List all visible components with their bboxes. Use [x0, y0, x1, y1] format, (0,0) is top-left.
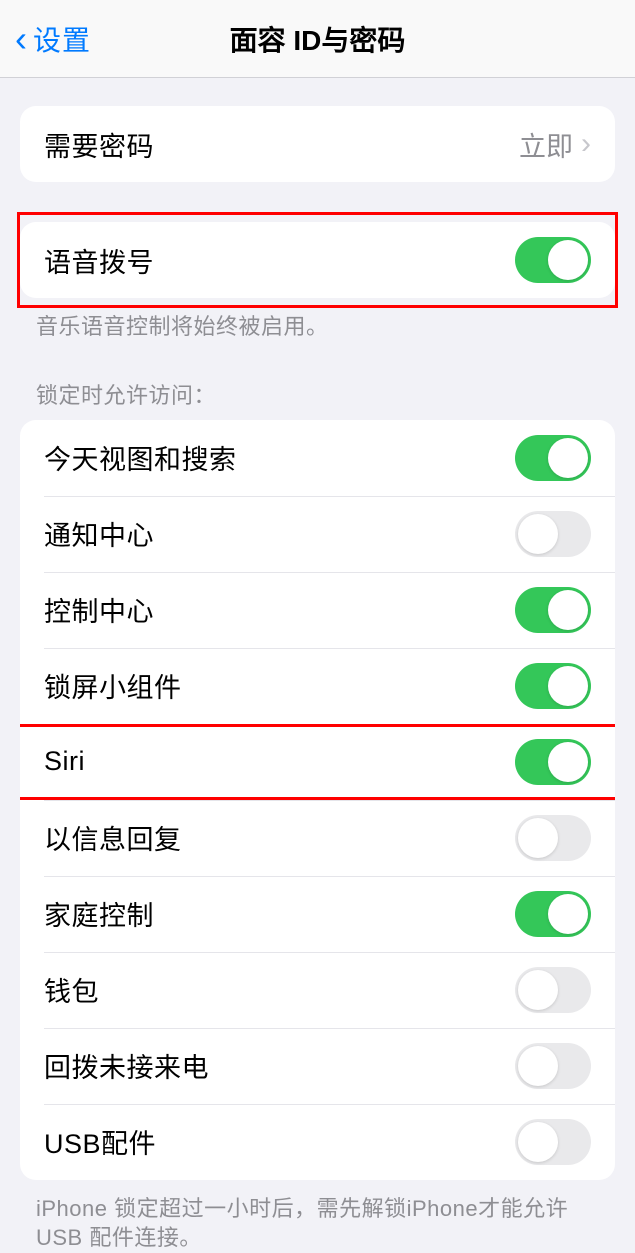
row-value-wrap: 立即 ›	[519, 125, 591, 164]
row-label: 以信息回复	[44, 818, 182, 857]
row-label: 锁屏小组件	[44, 666, 182, 705]
row-label: 家庭控制	[44, 894, 154, 933]
group-footer-locked: iPhone 锁定超过一小时后，需先解锁iPhone才能允许 USB 配件连接。	[0, 1180, 635, 1253]
group-voice-dial: 语音拨号	[20, 222, 615, 298]
row-label: 回拨未接来电	[44, 1046, 209, 1085]
page-title: 面容 ID与密码	[230, 19, 406, 59]
toggle-locked-item[interactable]	[515, 1119, 591, 1165]
group-footer-voice: 音乐语音控制将始终被启用。	[0, 298, 635, 342]
row-locked-item: 锁屏小组件	[20, 648, 615, 724]
row-label: 钱包	[44, 970, 99, 1009]
chevron-left-icon: ‹	[15, 18, 27, 60]
row-locked-item: Siri	[20, 724, 615, 800]
settings-content: 需要密码 立即 › 语音拨号 音乐语音控制将始终被启用。 锁定时允许访问： 今天…	[0, 106, 635, 1253]
row-voice-dial: 语音拨号	[20, 222, 615, 298]
row-locked-item: 通知中心	[20, 496, 615, 572]
navigation-bar: ‹ 设置 面容 ID与密码	[0, 0, 635, 78]
row-label: 控制中心	[44, 590, 154, 629]
row-locked-item: 回拨未接来电	[20, 1028, 615, 1104]
chevron-right-icon: ›	[581, 127, 591, 161]
row-label: 今天视图和搜索	[44, 438, 237, 477]
row-require-passcode[interactable]: 需要密码 立即 ›	[20, 106, 615, 182]
toggle-voice-dial[interactable]	[515, 237, 591, 283]
group-header-locked: 锁定时允许访问：	[0, 342, 635, 420]
back-label: 设置	[33, 19, 91, 59]
row-label: 需要密码	[44, 125, 154, 164]
row-locked-item: 控制中心	[20, 572, 615, 648]
toggle-locked-item[interactable]	[515, 739, 591, 785]
group-allow-when-locked: 今天视图和搜索通知中心控制中心锁屏小组件 Siri 以信息回复家庭控制钱包回拨未接来…	[20, 420, 615, 1180]
toggle-locked-item[interactable]	[515, 435, 591, 481]
row-label: USB配件	[44, 1122, 156, 1161]
row-locked-item: 以信息回复	[20, 800, 615, 876]
row-value: 立即	[519, 125, 573, 164]
row-locked-item: 钱包	[20, 952, 615, 1028]
row-label: Siri	[44, 746, 85, 777]
toggle-locked-item[interactable]	[515, 815, 591, 861]
toggle-locked-item[interactable]	[515, 891, 591, 937]
row-locked-item: USB配件	[20, 1104, 615, 1180]
toggle-locked-item[interactable]	[515, 967, 591, 1013]
toggle-locked-item[interactable]	[515, 1043, 591, 1089]
row-locked-item: 今天视图和搜索	[20, 420, 615, 496]
row-locked-item: 家庭控制	[20, 876, 615, 952]
toggle-locked-item[interactable]	[515, 663, 591, 709]
row-label: 语音拨号	[44, 241, 154, 280]
group-require-passcode: 需要密码 立即 ›	[20, 106, 615, 182]
back-button[interactable]: ‹ 设置	[0, 18, 91, 60]
toggle-locked-item[interactable]	[515, 587, 591, 633]
row-label: 通知中心	[44, 514, 154, 553]
toggle-locked-item[interactable]	[515, 511, 591, 557]
